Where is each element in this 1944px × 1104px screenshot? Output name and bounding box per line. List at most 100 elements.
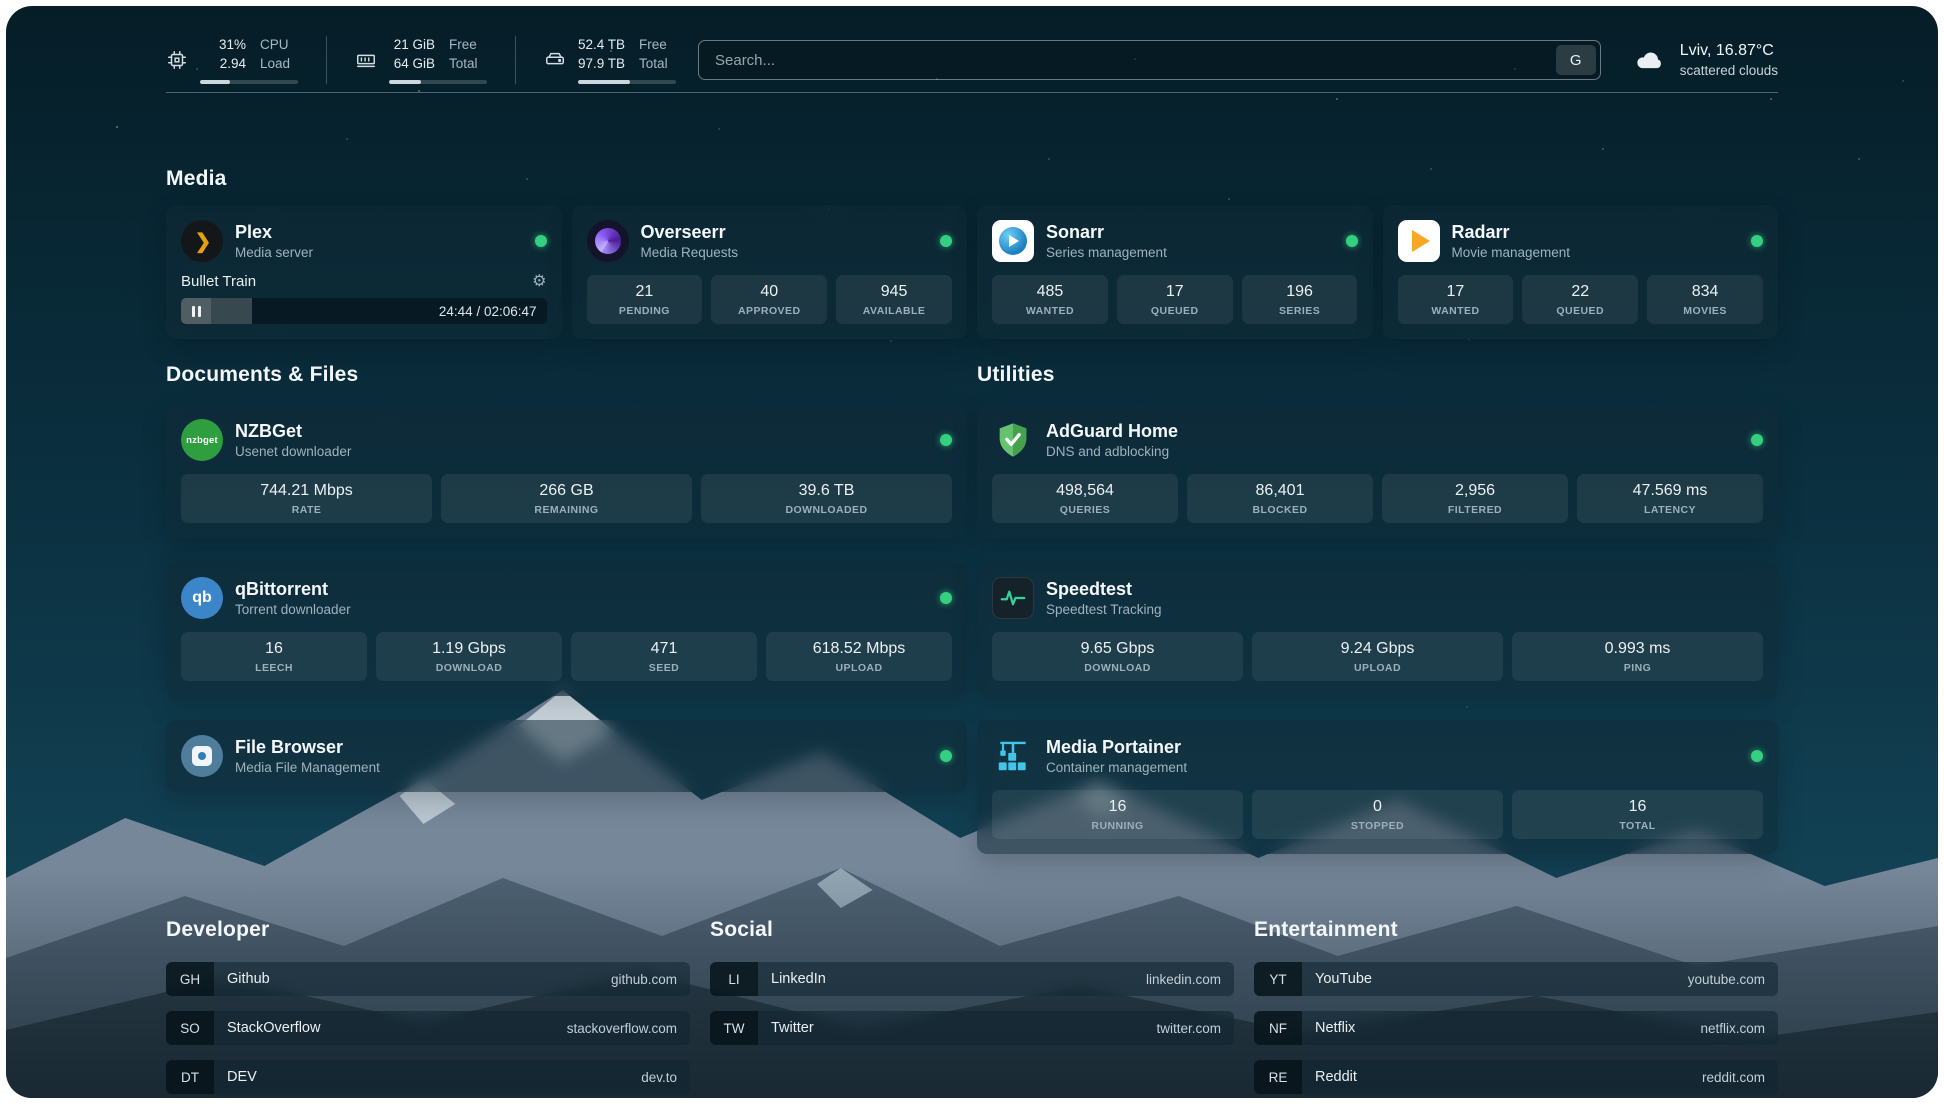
stat-box: 266 GBREMAINING [441, 474, 692, 523]
bookmark-youtube[interactable]: YT YouTube youtube.com [1254, 962, 1778, 996]
radarr-icon [1398, 220, 1440, 262]
bookmark-url: dev.to [641, 1070, 677, 1085]
stat-box: 16RUNNING [992, 790, 1243, 839]
bookmark-linkedin[interactable]: LI LinkedIn linkedin.com [710, 962, 1234, 996]
stat-box: 22QUEUED [1522, 275, 1638, 324]
app-card-adguard[interactable]: AdGuard Home DNS and adblocking 498,564Q… [977, 404, 1778, 538]
stat-box: 39.6 TBDOWNLOADED [701, 474, 952, 523]
bookmark-stackoverflow[interactable]: SO StackOverflow stackoverflow.com [166, 1011, 690, 1045]
bookmark-github[interactable]: GH Github github.com [166, 962, 690, 996]
cloud-icon [1631, 45, 1667, 75]
bookmark-url: youtube.com [1688, 972, 1765, 987]
now-playing-title: Bullet Train [181, 273, 256, 290]
stat-box: 618.52 MbpsUPLOAD [766, 632, 952, 681]
stat-box: 471SEED [571, 632, 757, 681]
app-card-radarr[interactable]: Radarr Movie management 17WANTED 22QUEUE… [1383, 205, 1779, 339]
app-card-sonarr[interactable]: Sonarr Series management 485WANTED 17QUE… [977, 205, 1373, 339]
playback-progress-bar[interactable]: 24:44 / 02:06:47 [181, 298, 547, 324]
app-name: Radarr [1452, 222, 1571, 243]
plex-icon: ❯ [181, 220, 223, 262]
documents-column: Documents & Files nzbget NZBGet Usenet d… [166, 363, 967, 854]
system-widgets: 31% 2.94 CPU Load [166, 36, 676, 83]
stat-box: 0.993 msPING [1512, 632, 1763, 681]
status-dot [1751, 750, 1763, 762]
memory-icon [355, 49, 377, 71]
status-dot [1751, 434, 1763, 446]
status-dot [940, 750, 952, 762]
overseerr-icon [587, 220, 629, 262]
stat-box: 1.19 GbpsDOWNLOAD [376, 632, 562, 681]
app-name: Speedtest [1046, 579, 1162, 600]
stat-box: 945AVAILABLE [836, 275, 952, 324]
portainer-icon [992, 735, 1034, 777]
bookmark-name: LinkedIn [771, 971, 826, 987]
bookmark-abbr: TW [710, 1011, 758, 1045]
bookmark-url: twitter.com [1156, 1021, 1221, 1036]
dashboard-root: 31% 2.94 CPU Load [6, 6, 1938, 1098]
cpu-label: CPU [260, 36, 290, 55]
bookmark-twitter[interactable]: TW Twitter twitter.com [710, 1011, 1234, 1045]
search-engine-button[interactable]: G [1556, 45, 1596, 75]
app-subtitle: Movie management [1452, 245, 1571, 260]
section-title-documents: Documents & Files [166, 363, 967, 387]
disk-free-value: 52.4 TB [578, 36, 625, 55]
status-dot [940, 592, 952, 604]
bookmark-abbr: LI [710, 962, 758, 996]
bookmark-reddit[interactable]: RE Reddit reddit.com [1254, 1060, 1778, 1094]
app-card-filebrowser[interactable]: File Browser Media File Management [166, 720, 967, 792]
settings-gear-icon[interactable]: ⚙ [532, 274, 546, 290]
bookmark-abbr: YT [1254, 962, 1302, 996]
bookmark-abbr: GH [166, 962, 214, 996]
bookmark-netflix[interactable]: NF Netflix netflix.com [1254, 1011, 1778, 1045]
app-card-portainer[interactable]: Media Portainer Container management 16R… [977, 720, 1778, 854]
app-name: Overseerr [641, 222, 739, 243]
qbittorrent-icon: qb [181, 577, 223, 619]
stat-box: 9.24 GbpsUPLOAD [1252, 632, 1503, 681]
status-dot [1751, 235, 1763, 247]
stat-box: 498,564QUERIES [992, 474, 1178, 523]
app-subtitle: Series management [1046, 245, 1167, 260]
stat-box: 834MOVIES [1647, 275, 1763, 324]
search-input[interactable] [698, 40, 1601, 80]
cpu-load-label: Load [260, 55, 290, 74]
playback-time: 24:44 / 02:06:47 [439, 304, 547, 319]
stat-box: 16LEECH [181, 632, 367, 681]
stat-box: 9.65 GbpsDOWNLOAD [992, 632, 1243, 681]
weather-condition: scattered clouds [1680, 63, 1778, 78]
media-cards-row: ❯ Plex Media server Bullet Train ⚙ 24:44… [166, 205, 1778, 339]
app-card-nzbget[interactable]: nzbget NZBGet Usenet downloader 744.21 M… [166, 404, 967, 538]
app-name: qBittorrent [235, 579, 351, 600]
bookmark-url: netflix.com [1700, 1021, 1765, 1036]
bookmark-dev[interactable]: DT DEV dev.to [166, 1060, 690, 1094]
ram-free-label: Free [449, 36, 478, 55]
search-bar: G [698, 40, 1601, 80]
utilities-column: Utilities AdGuard Home DNS and [977, 363, 1778, 854]
stat-box: 86,401BLOCKED [1187, 474, 1373, 523]
stat-box: 17WANTED [1398, 275, 1514, 324]
app-subtitle: Speedtest Tracking [1046, 602, 1162, 617]
cpu-progress-bar [200, 80, 298, 84]
header-divider [166, 92, 1778, 93]
app-card-plex[interactable]: ❯ Plex Media server Bullet Train ⚙ 24:44… [166, 205, 562, 339]
bookmark-name: Twitter [771, 1020, 814, 1036]
bookmark-name: DEV [227, 1069, 257, 1085]
pause-button[interactable] [181, 298, 211, 324]
stat-box: 40APPROVED [711, 275, 827, 324]
stat-box: 47.569 msLATENCY [1577, 474, 1763, 523]
app-card-overseerr[interactable]: Overseerr Media Requests 21PENDING 40APP… [572, 205, 968, 339]
adguard-icon [992, 419, 1034, 461]
stat-box: 16TOTAL [1512, 790, 1763, 839]
bookmark-name: Netflix [1315, 1020, 1355, 1036]
bookmark-url: linkedin.com [1146, 972, 1221, 987]
app-card-speedtest[interactable]: Speedtest Speedtest Tracking 9.65 GbpsDO… [977, 562, 1778, 696]
app-name: Sonarr [1046, 222, 1167, 243]
bookmark-abbr: NF [1254, 1011, 1302, 1045]
nzbget-icon: nzbget [181, 419, 223, 461]
cpu-widget: 31% 2.94 CPU Load [166, 36, 327, 83]
ram-progress-bar [389, 80, 487, 84]
section-title-social: Social [710, 918, 1234, 942]
app-card-qbittorrent[interactable]: qb qBittorrent Torrent downloader 16LEEC… [166, 562, 967, 696]
ram-total-value: 64 GiB [389, 55, 435, 74]
bookmark-url: github.com [611, 972, 677, 987]
stat-box: 485WANTED [992, 275, 1108, 324]
